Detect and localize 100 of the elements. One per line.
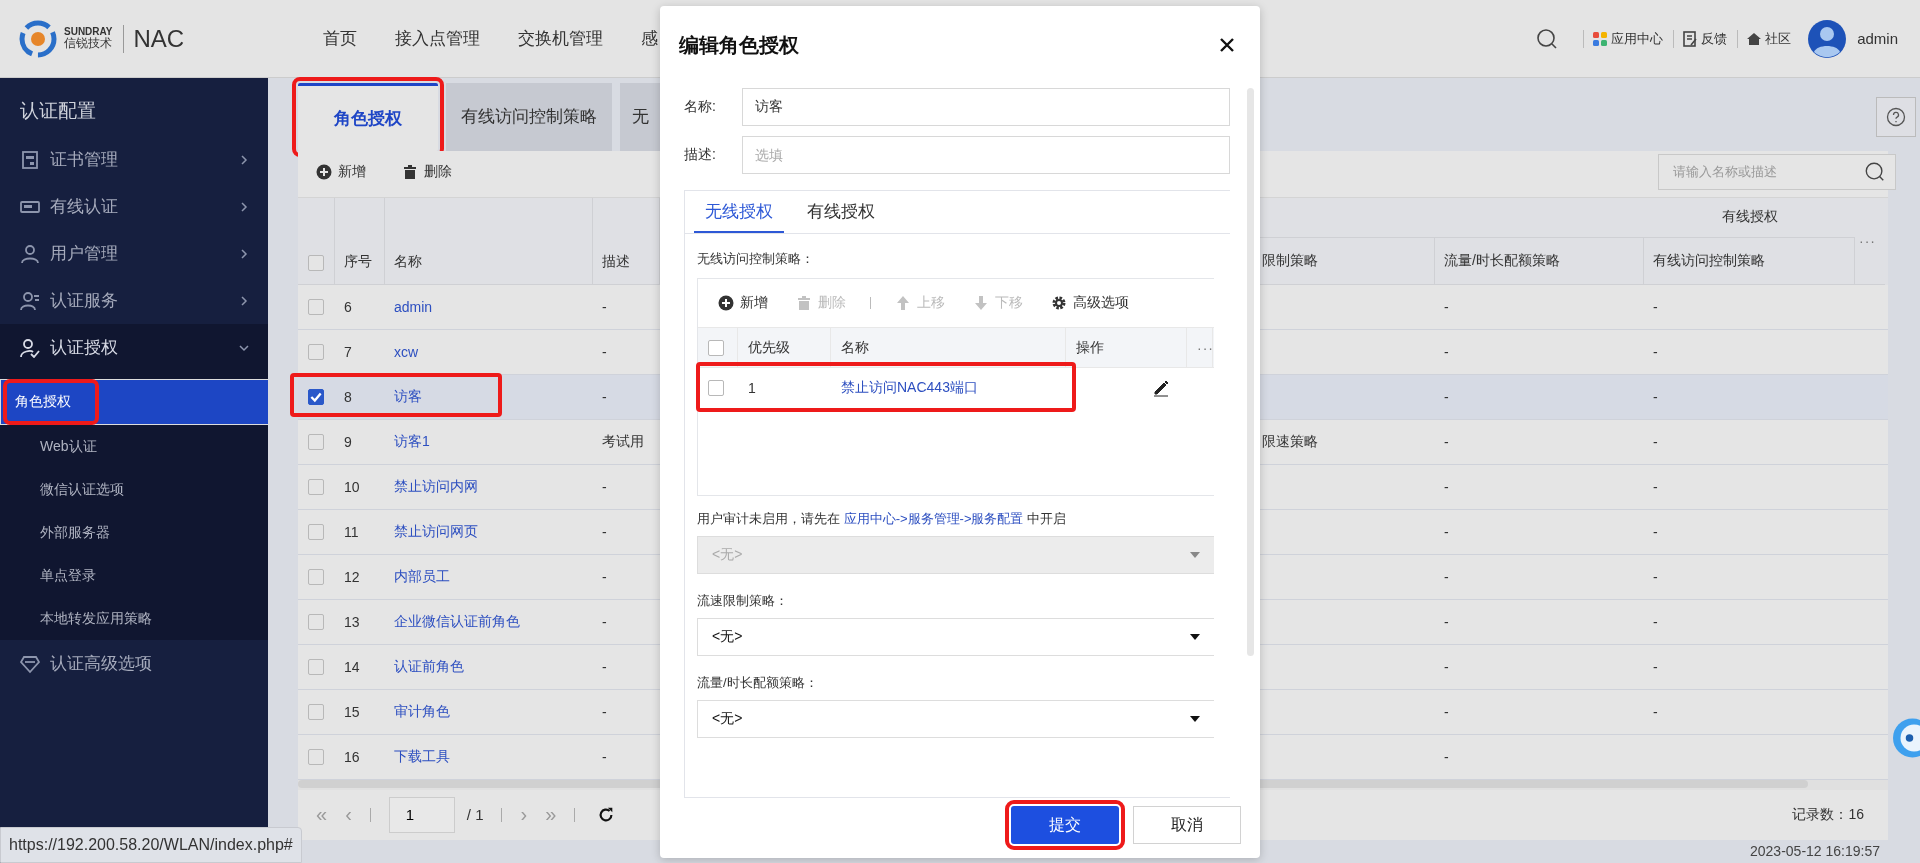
nav-link[interactable]: 接入点管理 [395,27,480,50]
sidebar-item[interactable]: 用户管理 [0,230,268,277]
table-cell: - [1653,343,1658,360]
toolbar-button[interactable]: 删除 [402,162,452,181]
sidebar-subitem[interactable]: 本地转发应用策略 [0,597,268,640]
table-cell-text: 11 [343,522,360,542]
sidebar-subitem[interactable]: 微信认证选项 [0,468,268,511]
table-cell-text: 16 [343,747,361,767]
chevron-icon [238,153,250,166]
more-columns[interactable]: ··· [1197,339,1214,356]
sidebar-item[interactable]: 证书管理 [0,136,268,183]
checkbox[interactable] [308,254,324,271]
tab[interactable]: 有线授权 [796,191,886,233]
checkbox[interactable] [308,568,324,585]
table-cell: - [1653,478,1658,495]
header-tool-link[interactable]: 应用中心 [1583,29,1664,48]
sidebar-subitem[interactable]: 单点登录 [0,554,268,597]
header-tool-link[interactable]: 反馈 [1673,29,1728,48]
checkbox[interactable] [308,613,324,630]
field-label: 名称: [684,98,717,116]
nav-link[interactable]: 交换机管理 [518,27,603,50]
table-cell: - [1653,613,1658,630]
table-cell: - [1653,433,1658,450]
record-count: 记录数：16 [1792,805,1864,824]
checkbox[interactable] [708,339,724,356]
sidebar-item[interactable]: 有线认证 [0,183,268,230]
sidebar-item[interactable]: 认证高级选项 [0,640,268,687]
sidebar-item[interactable]: 认证服务 [0,277,268,324]
table-cell-text: 8 [343,387,353,407]
role-link[interactable]: xcw [394,343,419,360]
nav-link[interactable]: 感 [641,27,658,50]
certificate-icon [20,149,40,170]
select-label: 流速限制策略： [697,592,789,610]
checkbox[interactable] [308,748,324,765]
sidebar-item[interactable]: 认证授权 [0,324,268,371]
table-cell-text: - [1443,747,1450,767]
checkbox[interactable] [308,703,324,720]
role-link[interactable]: 认证前角色 [394,657,464,676]
table-cell-text: 14 [343,657,361,677]
help-icon [1886,107,1906,128]
role-link[interactable]: 访客1 [394,432,430,451]
sidebar-subitem[interactable]: 角色授权 [0,379,268,425]
user-icon [20,243,40,264]
column-header: 流量/时长配额策略 [1435,237,1644,285]
sidebar-subitem[interactable]: 外部服务器 [0,511,268,554]
role-link[interactable]: admin [394,298,433,315]
table-cell-text: 9 [343,432,353,452]
checkbox[interactable] [308,433,324,450]
table-cell-text: - [601,342,608,362]
table-cell: - [1653,523,1658,540]
tab[interactable]: 有线访问控制策略 [446,82,612,151]
nav-link[interactable]: 首页 [323,27,357,50]
input-field[interactable]: 访客 [742,88,1230,126]
checkbox[interactable] [308,523,324,540]
table-cell-text: - [601,477,608,497]
role-link[interactable]: 禁止访问内网 [394,477,478,496]
checkbox[interactable] [308,298,324,315]
policy-link[interactable]: 禁止访问NAC443端口 [841,379,978,397]
avatar-icon[interactable] [1807,18,1848,59]
page-input[interactable]: 1 [388,796,455,833]
checkbox[interactable] [308,478,324,495]
role-link[interactable]: 内部员工 [394,567,450,586]
table-cell-text: - [1443,387,1450,407]
column-header: 序号 [335,197,385,285]
audit-note: 用户审计未启用，请先在 应用中心->服务管理->服务配置 中开启 [697,510,1068,528]
role-link[interactable]: 审计角色 [394,702,450,721]
table-cell-text: - [1443,432,1450,452]
select-field[interactable]: <无> [697,700,1214,738]
table-cell-text: - [1443,567,1450,587]
column-header: 名称 [385,197,593,285]
home-icon [1746,30,1763,47]
dialog-button[interactable]: 取消 [1133,806,1241,844]
caret-icon [1190,716,1200,722]
table-cell-text: - [1443,477,1450,497]
user-name[interactable]: admin [1857,30,1898,47]
role-link[interactable]: 访客 [394,387,422,406]
table-cell-text: - [1443,297,1450,317]
edit-icon[interactable] [1151,378,1171,398]
service-config-link[interactable]: 应用中心->服务管理->服务配置 [843,511,1024,526]
role-link[interactable]: 禁止访问网页 [394,522,478,541]
checkbox[interactable] [308,388,324,405]
scrollbar[interactable] [1247,88,1254,656]
toolbar-button[interactable]: 新增 [718,294,768,312]
checkbox[interactable] [708,380,724,396]
header-tool-link[interactable]: 社区 [1737,29,1792,48]
toolbar-button[interactable]: 新增 [316,162,366,181]
select-field[interactable]: <无> [697,618,1214,656]
checkbox[interactable] [308,343,324,360]
toolbar-button[interactable]: 高级选项 [1051,294,1129,312]
sidebar-subitem[interactable]: Web认证 [0,425,268,468]
help-button[interactable] [1876,97,1916,138]
tab[interactable]: 无线授权 [694,191,784,233]
arrow-up-icon [895,295,911,311]
table-cell-text: - [1443,657,1450,677]
role-link[interactable]: 企业微信认证前角色 [394,612,520,631]
checkbox[interactable] [308,658,324,675]
search-field[interactable]: 请输入名称或描述 [1658,153,1896,190]
table-cell: 限速策略 [1262,432,1318,451]
role-link[interactable]: 下载工具 [394,747,450,766]
input-field[interactable]: 选填 [742,136,1230,174]
